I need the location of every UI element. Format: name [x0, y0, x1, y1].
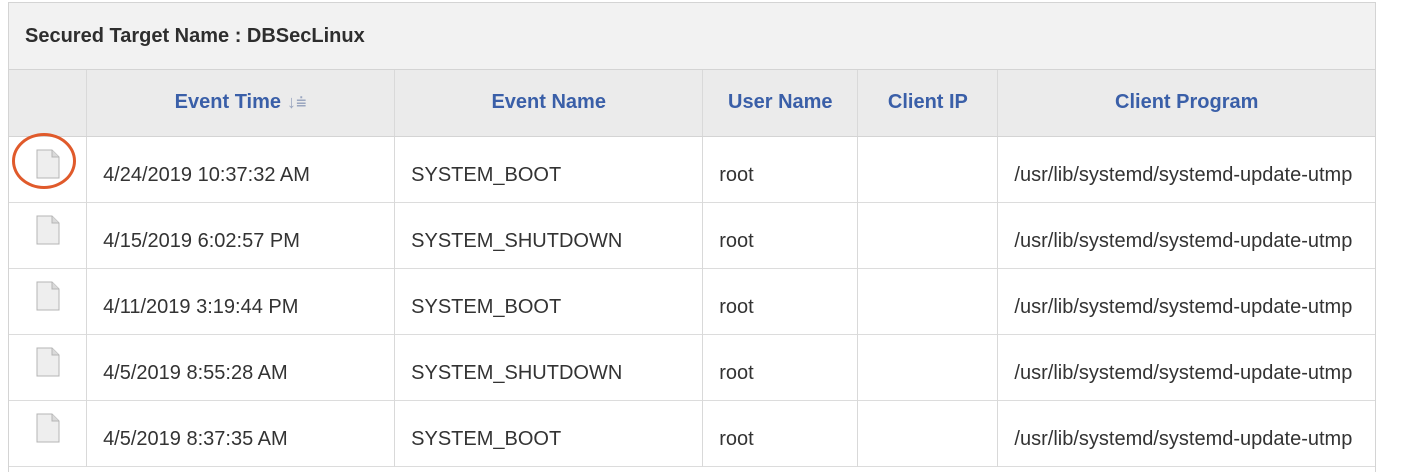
client-ip-cell — [857, 334, 999, 400]
user-name-cell: root — [702, 268, 859, 334]
event-time-cell: 4/15/2019 6:02:57 PM — [86, 202, 396, 268]
document-icon[interactable] — [36, 347, 60, 377]
event-name-cell: SYSTEM_BOOT — [394, 136, 704, 202]
secured-target-title: Secured Target Name : DBSecLinux — [9, 3, 1375, 70]
client-ip-cell — [857, 400, 999, 466]
user-name-cell: root — [702, 202, 859, 268]
event-time-cell: 4/5/2019 8:37:35 AM — [86, 400, 396, 466]
column-header-user-name[interactable]: User Name — [702, 70, 859, 137]
event-name-cell: SYSTEM_BOOT — [394, 268, 704, 334]
user-name-cell: root — [702, 136, 859, 202]
client-ip-cell — [857, 136, 999, 202]
row-icon-cell[interactable] — [9, 268, 88, 334]
table-row[interactable]: 4/11/2019 3:19:44 PM SYSTEM_BOOT root /u… — [9, 268, 1375, 334]
client-program-cell: /usr/lib/systemd/systemd-update-utmp — [1014, 295, 1353, 318]
client-program-cell: /usr/lib/systemd/systemd-update-utmp — [1014, 361, 1353, 384]
event-time-cell: 4/5/2019 8:55:28 AM — [86, 334, 396, 400]
column-header-event-name[interactable]: Event Name — [394, 70, 704, 137]
document-icon[interactable] — [36, 281, 60, 311]
document-icon[interactable] — [36, 413, 60, 443]
user-name-cell: root — [702, 334, 859, 400]
row-icon-cell[interactable] — [9, 136, 88, 202]
audit-events-panel: Secured Target Name : DBSecLinux Event T… — [8, 2, 1376, 472]
column-header-client-program[interactable]: Client Program — [997, 70, 1375, 137]
table-header-row: Event Time ↓⩧ Event Name User Name Client… — [9, 70, 1375, 137]
events-table: Event Time ↓⩧ Event Name User Name Client… — [9, 70, 1375, 467]
column-header-event-time[interactable]: Event Time ↓⩧ — [86, 70, 396, 137]
client-ip-cell — [857, 202, 999, 268]
client-program-cell: /usr/lib/systemd/systemd-update-utmp — [1014, 427, 1353, 450]
row-icon-cell[interactable] — [9, 400, 88, 466]
table-row[interactable]: 4/5/2019 8:55:28 AM SYSTEM_SHUTDOWN root… — [9, 334, 1375, 400]
document-icon[interactable] — [36, 149, 60, 179]
table-row[interactable]: 4/5/2019 8:37:35 AM SYSTEM_BOOT root /us… — [9, 400, 1375, 466]
event-name-cell: SYSTEM_SHUTDOWN — [394, 334, 704, 400]
row-icon-cell[interactable] — [9, 202, 88, 268]
table-row[interactable]: 4/24/2019 10:37:32 AM SYSTEM_BOOT root /… — [9, 136, 1375, 202]
user-name-cell: root — [702, 400, 859, 466]
event-time-cell: 4/24/2019 10:37:32 AM — [86, 136, 396, 202]
column-header-client-ip[interactable]: Client IP — [857, 70, 999, 137]
event-name-cell: SYSTEM_BOOT — [394, 400, 704, 466]
event-time-cell: 4/11/2019 3:19:44 PM — [86, 268, 396, 334]
client-ip-cell — [857, 268, 999, 334]
event-name-cell: SYSTEM_SHUTDOWN — [394, 202, 704, 268]
client-program-cell: /usr/lib/systemd/systemd-update-utmp — [1014, 163, 1353, 186]
document-icon[interactable] — [36, 215, 60, 245]
table-row[interactable]: 4/15/2019 6:02:57 PM SYSTEM_SHUTDOWN roo… — [9, 202, 1375, 268]
client-program-cell: /usr/lib/systemd/systemd-update-utmp — [1014, 229, 1353, 252]
row-icon-cell[interactable] — [9, 334, 88, 400]
sort-descending-icon[interactable]: ↓⩧ — [287, 92, 307, 113]
column-header-icon — [9, 70, 88, 137]
